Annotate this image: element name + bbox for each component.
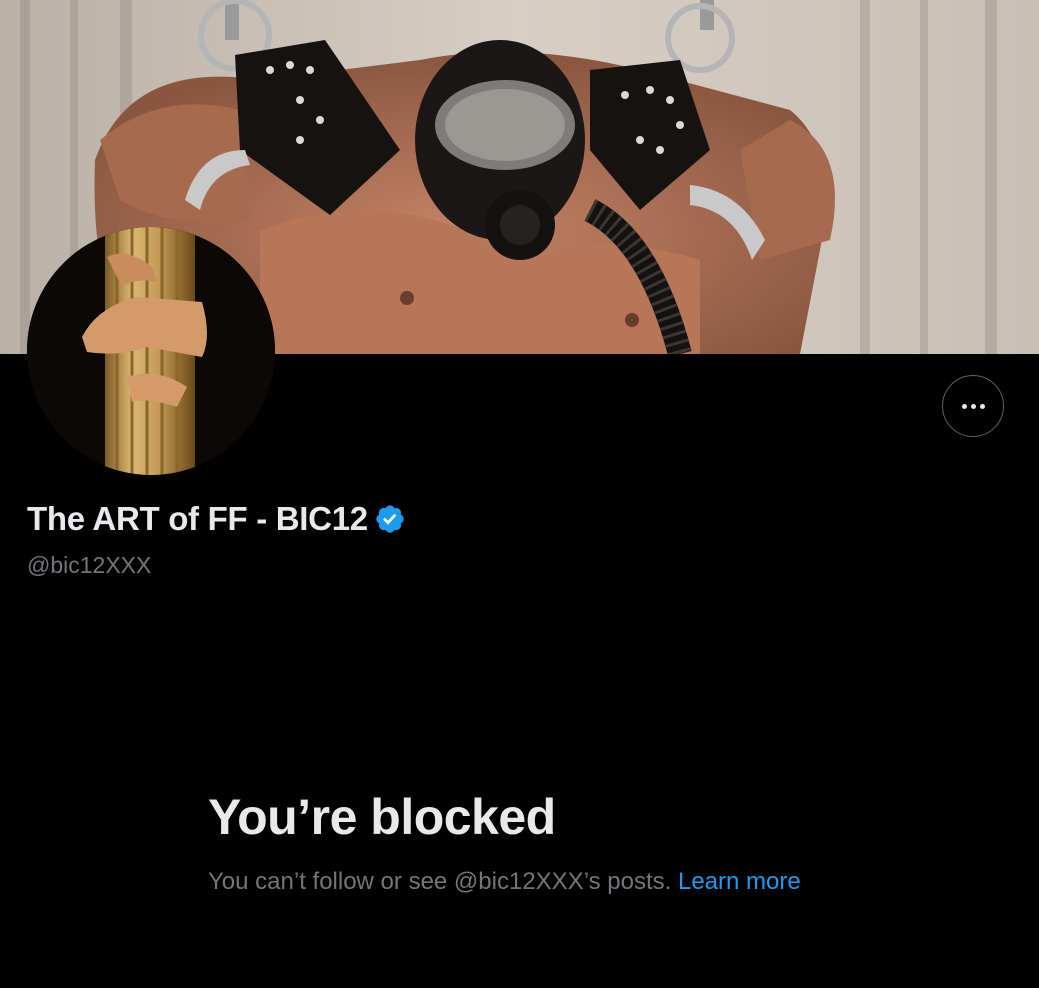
profile-display-name: The ART of FF - BIC12 [27, 500, 368, 537]
blocked-title: You’re blocked [208, 789, 556, 845]
profile-avatar[interactable] [27, 227, 275, 475]
profile-page: The ART of FF - BIC12 @bic12XXX You’re b… [0, 0, 1039, 988]
learn-more-link[interactable]: Learn more [678, 868, 801, 895]
profile-handle: @bic12XXX [27, 552, 152, 578]
profile-name-row: The ART of FF - BIC12 [27, 500, 406, 538]
more-options-button[interactable] [942, 375, 1004, 437]
avatar-image [27, 227, 275, 475]
blocked-message: You can’t follow or see @bic12XXX’s post… [208, 865, 828, 899]
verified-badge-icon[interactable] [374, 503, 406, 535]
more-horizontal-icon [961, 403, 967, 409]
blocked-message-text: You can’t follow or see @bic12XXX’s post… [208, 868, 678, 895]
